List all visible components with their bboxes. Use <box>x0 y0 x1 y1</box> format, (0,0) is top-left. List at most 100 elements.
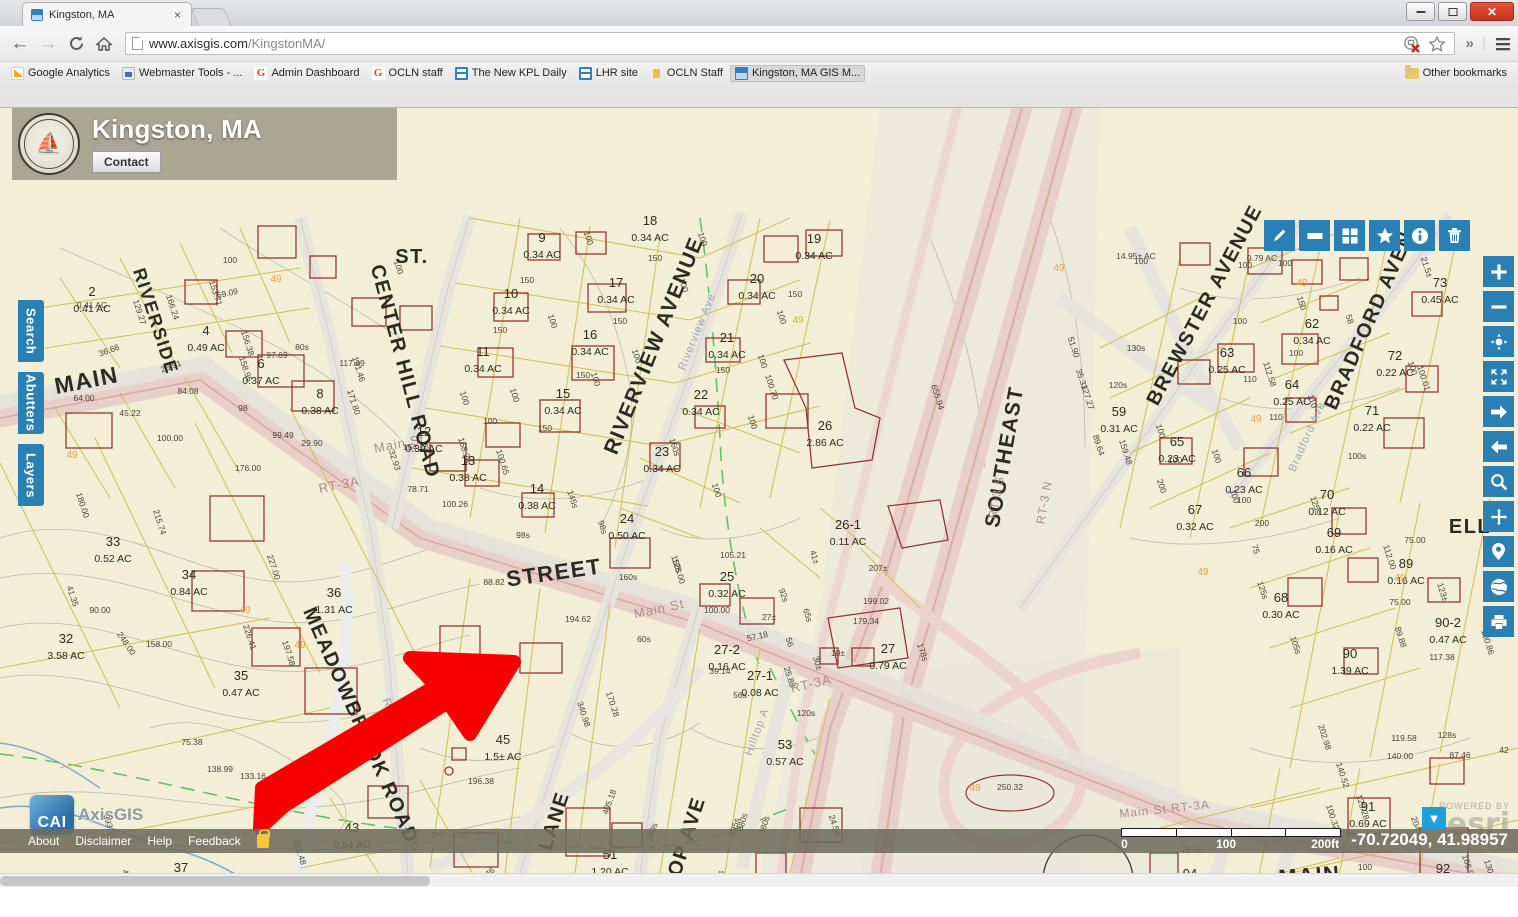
parcel-number: 53 <box>778 737 792 752</box>
parcel-number: 27 <box>881 641 895 656</box>
star-icon[interactable] <box>1427 35 1446 53</box>
previous-extent-button[interactable] <box>1483 431 1514 462</box>
scale-bar: 0 100 200ft <box>1121 828 1342 851</box>
page-icon <box>132 37 143 50</box>
google-icon: G <box>371 66 385 80</box>
parcel-acreage: 0.25 AC <box>1208 364 1246 376</box>
measure-tool-button[interactable] <box>1299 220 1330 251</box>
bookmark-label: Google Analytics <box>28 67 110 79</box>
draw-tool-button[interactable] <box>1264 220 1295 251</box>
bookmark-item[interactable]: The New KPL Daily <box>450 65 572 82</box>
sidebar-item-layers[interactable]: Layers <box>18 444 44 506</box>
address-bar[interactable]: www.axisgis.com/KingstonMA/ <box>125 32 1455 55</box>
pan-button[interactable] <box>1483 501 1514 532</box>
marker-button[interactable] <box>1483 536 1514 567</box>
favorites-button[interactable] <box>1369 220 1400 251</box>
popup-blocked-icon[interactable] <box>1403 35 1421 53</box>
grid-tool-button[interactable] <box>1334 220 1365 251</box>
parcel-number: 26-1 <box>835 517 861 532</box>
print-button[interactable] <box>1483 606 1514 637</box>
bookmark-item[interactable]: OCLN Staff <box>645 65 728 82</box>
parcel-number: 92 <box>1436 861 1450 873</box>
dimension-label: 117.38 <box>1429 652 1455 662</box>
feedback-link[interactable]: Feedback <box>188 834 241 848</box>
parcel-acreage: 0.23 AC <box>1225 484 1263 496</box>
parcel-acreage: 0.16 AC <box>1315 544 1353 556</box>
close-window-button[interactable]: ✕ <box>1470 2 1514 21</box>
parcel-number: 10 <box>504 286 518 301</box>
title-bar: Kingston, MA × ✕ <box>0 0 1518 26</box>
bookmark-item[interactable]: LHR site <box>574 65 643 82</box>
about-link[interactable]: About <box>28 834 59 848</box>
dimension-label: 128s <box>1438 730 1456 740</box>
basemap-button[interactable] <box>1483 571 1514 602</box>
dimension-label: 140.00 <box>1387 751 1413 761</box>
maximize-button[interactable] <box>1438 2 1467 21</box>
parcel-acreage: 0.34 AC <box>643 463 681 475</box>
sidebar-item-abutters[interactable]: Abutters <box>18 372 44 434</box>
forward-button[interactable]: → <box>34 30 62 58</box>
identify-button[interactable] <box>1404 220 1435 251</box>
dimension-label: 80s <box>295 342 309 352</box>
disclaimer-link[interactable]: Disclaimer <box>75 834 131 848</box>
bookmark-item[interactable]: Webmaster Tools - ... <box>117 65 248 82</box>
dimension-label: 100 <box>1134 256 1148 266</box>
parcel-acreage: 0.34 AC <box>1293 335 1331 347</box>
parcel-acreage: 0.22 AC <box>1353 422 1391 434</box>
folder-icon <box>1404 64 1419 79</box>
utility-marker: 49 <box>1053 263 1065 274</box>
help-link[interactable]: Help <box>147 834 172 848</box>
parcel-number: 2 <box>88 284 95 299</box>
browser-tab[interactable]: Kingston, MA × <box>22 2 192 26</box>
dimension-label: 150 <box>520 275 534 285</box>
town-seal-icon: ⛵ <box>18 113 80 175</box>
parcel-number: 18 <box>643 213 657 228</box>
dimension-label: 99.49 <box>272 430 294 440</box>
parcel-number: 34 <box>182 567 196 582</box>
zoom-in-button[interactable] <box>1483 256 1514 287</box>
google-icon: G <box>254 66 268 80</box>
parcel-number: 37 <box>174 860 188 873</box>
locate-button[interactable] <box>1483 326 1514 357</box>
dimension-label: 150 <box>648 253 662 263</box>
clear-button[interactable] <box>1439 220 1470 251</box>
home-button[interactable] <box>90 30 118 58</box>
webmaster-icon <box>121 66 135 80</box>
zoom-out-button[interactable] <box>1483 291 1514 322</box>
new-tab-button[interactable] <box>190 8 232 26</box>
utility-marker: 49 <box>294 640 306 651</box>
overflow-icon[interactable]: » <box>1466 35 1474 52</box>
zoom-select-button[interactable] <box>1483 466 1514 497</box>
utility-marker: 49 <box>1197 567 1209 578</box>
minimize-button[interactable] <box>1406 2 1435 21</box>
scale-label-0: 0 <box>1121 837 1128 851</box>
bookmark-item[interactable]: G OCLN staff <box>367 65 448 82</box>
sidebar-item-search[interactable]: Search <box>18 300 44 362</box>
analytics-icon <box>11 66 24 80</box>
next-extent-button[interactable] <box>1483 396 1514 427</box>
dimension-label: 97.69 <box>266 350 288 360</box>
other-bookmarks-button[interactable]: Other bookmarks <box>1400 64 1512 81</box>
close-icon[interactable]: × <box>160 9 181 21</box>
utility-marker: 49 <box>270 274 282 285</box>
parcel-acreage: 0.34 AC <box>795 250 833 262</box>
contact-button[interactable]: Contact <box>92 150 161 173</box>
dimension-label: 194.62 <box>565 614 591 624</box>
back-button[interactable]: ← <box>6 30 34 58</box>
horizontal-scrollbar[interactable] <box>0 873 1518 887</box>
parcel-number: 65 <box>1170 434 1184 449</box>
scale-labels: 0 100 200ft <box>1121 837 1341 851</box>
scrollbar-thumb[interactable] <box>0 876 430 886</box>
reload-button[interactable] <box>62 30 90 58</box>
gis-map-canvas[interactable]: 0.41 AC 129.27 166.24 69.09 36.66 64.00 45.22 1… <box>0 108 1518 873</box>
dimension-label: 150 <box>576 370 590 380</box>
parcel-acreage: 0.50 AC <box>608 530 646 542</box>
bookmark-item[interactable]: G Admin Dashboard <box>249 65 364 82</box>
bookmark-item-active[interactable]: Kingston, MA GIS M... <box>729 64 866 82</box>
bookmark-label: LHR site <box>595 67 638 79</box>
full-extent-button[interactable] <box>1483 361 1514 392</box>
browser-window: Kingston, MA × ✕ ← → www.axisgis.com/Kin… <box>0 0 1518 917</box>
dimension-label: 120s <box>797 708 815 718</box>
menu-icon[interactable] <box>1494 36 1512 52</box>
bookmark-item[interactable]: Google Analytics <box>6 65 115 82</box>
